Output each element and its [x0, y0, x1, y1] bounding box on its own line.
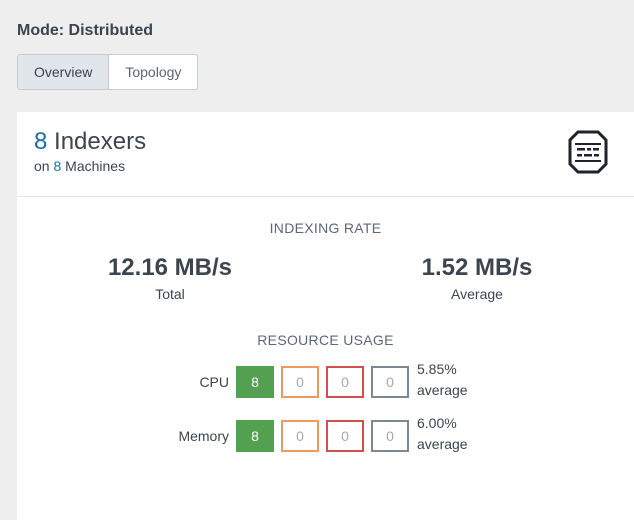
machines-prefix: on — [34, 158, 50, 174]
memory-average-value: 6.00% — [417, 415, 457, 431]
memory-bucket-medium[interactable]: 0 — [281, 420, 319, 452]
cpu-bucket-low[interactable]: 8 — [236, 366, 274, 398]
cpu-bucket-unknown[interactable]: 0 — [371, 366, 409, 398]
memory-label: Memory — [178, 428, 229, 444]
average-rate-value: 1.52 MB/s — [421, 254, 533, 281]
indexer-title-text: Indexers — [54, 128, 147, 155]
cpu-label: CPU — [199, 374, 229, 390]
panel-header: 8 Indexers on 8 Machines — [17, 112, 634, 197]
memory-bucket-unknown[interactable]: 0 — [371, 420, 409, 452]
truncated-top-text — [0, 0, 634, 6]
indexer-count-title[interactable]: 8 Indexers — [34, 128, 146, 156]
tab-overview[interactable]: Overview — [18, 55, 110, 89]
server-icon — [568, 130, 608, 174]
machines-count[interactable]: 8 — [53, 158, 61, 174]
cpu-bucket-medium[interactable]: 0 — [281, 366, 319, 398]
memory-average-label: average — [417, 436, 468, 452]
resource-usage-title: RESOURCE USAGE — [257, 332, 394, 348]
view-tabs: Overview Topology — [17, 54, 199, 90]
memory-bucket-low[interactable]: 8 — [236, 420, 274, 452]
cpu-average-value: 5.85% — [417, 361, 457, 377]
total-rate-value: 12.16 MB/s — [107, 254, 233, 281]
indexing-rate-title: INDEXING RATE — [269, 220, 382, 236]
machines-subtitle: on 8 Machines — [34, 158, 125, 174]
cpu-average: 5.85% average — [417, 359, 468, 401]
total-rate-label: Total — [155, 286, 185, 302]
mode-label: Mode: Distributed — [17, 22, 153, 39]
indexer-count[interactable]: 8 — [34, 128, 47, 155]
machines-suffix: Machines — [65, 158, 126, 174]
tab-topology[interactable]: Topology — [109, 55, 197, 89]
memory-average: 6.00% average — [417, 413, 468, 455]
cpu-average-label: average — [417, 382, 468, 398]
memory-bucket-high[interactable]: 0 — [326, 420, 364, 452]
cpu-bucket-high[interactable]: 0 — [326, 366, 364, 398]
average-rate-metric: 1.52 MB/s Average — [377, 254, 577, 302]
average-rate-label: Average — [451, 286, 503, 302]
total-rate-metric: 12.16 MB/s Total — [70, 254, 270, 302]
indexers-panel: 8 Indexers on 8 Machines INDEXING RATE 1… — [17, 112, 634, 520]
